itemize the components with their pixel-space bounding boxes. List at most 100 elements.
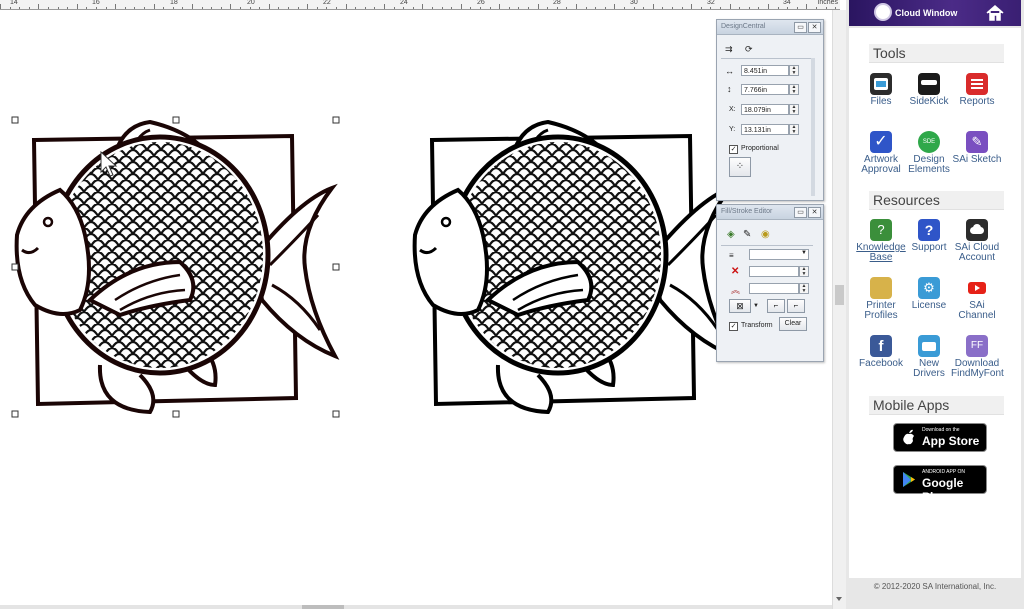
tool-label: Reports: [959, 96, 995, 107]
x-label: X:: [729, 106, 736, 113]
ruler-number: 32: [707, 0, 715, 6]
design-central-palette[interactable]: DesignCentral ▭ ✕ ⇉ ⟳ ↔ 8.451in ▲ ▼ ↕ 7.7…: [716, 19, 824, 201]
color-field[interactable]: [749, 266, 799, 277]
width-stepper[interactable]: ▲ ▼: [789, 65, 799, 76]
resource-new-drivers[interactable]: New Drivers: [903, 335, 955, 379]
corner-style-button[interactable]: ⌐: [787, 299, 805, 313]
stroke-width-field[interactable]: [749, 283, 799, 294]
close-button[interactable]: ✕: [808, 22, 821, 33]
no-color-icon[interactable]: ✕: [731, 266, 739, 277]
tool-sidekick[interactable]: SideKick: [903, 73, 955, 107]
ruler-tick: [595, 7, 596, 9]
ruler-tick: [806, 4, 807, 9]
palette-scrollbar[interactable]: [811, 58, 815, 196]
resource-support[interactable]: ? Support: [903, 219, 955, 253]
close-button[interactable]: ✕: [808, 207, 821, 218]
tool-files[interactable]: Files: [855, 73, 907, 107]
duplicate-fish-artwork[interactable]: [415, 122, 733, 412]
tools-heading: Tools: [869, 44, 1004, 63]
ruler-tick: [643, 7, 644, 9]
resource-facebook[interactable]: f Facebook: [855, 335, 907, 369]
effects-icon[interactable]: ◉: [761, 229, 770, 240]
ruler-number: 24: [400, 0, 408, 6]
fill-bucket-icon[interactable]: ◈: [727, 229, 735, 240]
selected-fish-artwork[interactable]: [17, 122, 335, 412]
tool-sai-sketch[interactable]: ✎ SAi Sketch: [951, 131, 1003, 165]
transform-icon[interactable]: ⇉: [725, 44, 733, 55]
ruler-tick: [422, 4, 423, 9]
ruler-tick: [173, 7, 174, 9]
anchor-point-button[interactable]: ⁘: [729, 157, 751, 177]
design-central-titlebar[interactable]: DesignCentral ▭ ✕: [717, 20, 823, 35]
scroll-down-icon[interactable]: [836, 597, 842, 601]
pen-stroke-icon[interactable]: ✎: [743, 229, 751, 240]
stroke-width-stepper[interactable]: ▲ ▼: [799, 283, 809, 294]
scrollbar-thumb[interactable]: [302, 605, 344, 609]
ruler-tick: [115, 4, 116, 9]
fill-stroke-editor-palette[interactable]: Fill/Stroke Editor ▭ ✕ ◈ ✎ ◉ ≡ ▼ ✕ ▲ ▼ ︽ …: [716, 204, 824, 362]
ruler-tick: [480, 7, 481, 9]
resource-license[interactable]: ⚙ License: [903, 277, 955, 311]
width-field[interactable]: 8.451in: [741, 65, 789, 76]
tool-artwork-approval[interactable]: ✓ Artwork Approval: [855, 131, 907, 175]
tool-design-elements[interactable]: SDE Design Elements: [903, 131, 955, 175]
app-store-small: Download on the: [922, 427, 960, 433]
minimize-button[interactable]: ▭: [794, 22, 807, 33]
height-stepper[interactable]: ▲ ▼: [789, 84, 799, 95]
reports-icon: [966, 73, 988, 95]
rotate-icon[interactable]: ⟳: [745, 44, 753, 55]
proportional-checkbox[interactable]: ✓: [729, 145, 738, 154]
ruler-tick: [787, 7, 788, 9]
resource-findmyfont[interactable]: FF Download FindMyFont: [951, 335, 1004, 379]
stroke-width-icon: ︽: [731, 285, 741, 295]
support-icon: ?: [918, 219, 940, 241]
join-style-button[interactable]: ⊠: [729, 299, 751, 313]
clear-button[interactable]: Clear: [779, 317, 807, 331]
transform-checkbox[interactable]: ✓: [729, 322, 738, 331]
resource-printer-profiles[interactable]: Printer Profiles: [855, 277, 907, 321]
cap-style-button[interactable]: ⌐: [767, 299, 785, 313]
app-store-badge[interactable]: Download on the App Store: [893, 423, 987, 452]
ruler-tick: [682, 7, 683, 9]
resource-knowledge-base[interactable]: ? Knowledge Base: [855, 219, 907, 263]
proportional-label: Proportional: [741, 145, 779, 152]
chevron-down-icon[interactable]: ▼: [801, 250, 807, 256]
ruler-tick: [192, 4, 193, 9]
vertical-scrollbar[interactable]: [832, 10, 846, 609]
minimize-button[interactable]: ▭: [794, 207, 807, 218]
horizontal-ruler: 14 16 18 20 22 24 26 28 30 32 34 inches: [0, 0, 840, 10]
fill-stroke-titlebar[interactable]: Fill/Stroke Editor ▭ ✕: [717, 205, 823, 220]
drivers-icon: [918, 335, 940, 357]
tool-reports[interactable]: Reports: [951, 73, 1003, 107]
ruler-tick: [240, 7, 241, 9]
ruler-tick: [0, 4, 1, 9]
ruler-number: 26: [477, 0, 485, 6]
y-field[interactable]: 13.131in: [741, 124, 789, 135]
x-field[interactable]: 18.079in: [741, 104, 789, 115]
x-stepper[interactable]: ▲ ▼: [789, 104, 799, 115]
design-canvas[interactable]: [0, 10, 832, 609]
color-stepper[interactable]: ▲ ▼: [799, 266, 809, 277]
ruler-tick: [298, 7, 299, 9]
ruler-tick: [768, 4, 769, 9]
width-icon: ↔: [725, 66, 734, 76]
home-icon[interactable]: [985, 4, 1005, 22]
resource-label: SAi Channel: [958, 300, 996, 321]
ruler-tick: [557, 7, 558, 9]
google-play-badge[interactable]: ANDROID APP ON Google Play: [893, 465, 987, 504]
horizontal-scrollbar[interactable]: [0, 605, 832, 609]
ruler-tick: [125, 7, 126, 9]
ruler-tick: [259, 7, 260, 9]
cloud-account-icon: [966, 219, 988, 241]
scrollbar-thumb[interactable]: [835, 285, 844, 305]
y-stepper[interactable]: ▲ ▼: [789, 124, 799, 135]
height-field[interactable]: 7.766in: [741, 84, 789, 95]
ruler-units: inches: [817, 0, 838, 6]
chevron-down-icon[interactable]: ▼: [753, 303, 759, 309]
resource-sai-channel[interactable]: SAi Channel: [951, 277, 1003, 321]
line-style-dropdown[interactable]: [749, 249, 809, 260]
ruler-tick: [182, 7, 183, 9]
ruler-tick: [413, 7, 414, 9]
resource-cloud-account[interactable]: SAi Cloud Account: [951, 219, 1003, 263]
ruler-number: 18: [170, 0, 178, 6]
